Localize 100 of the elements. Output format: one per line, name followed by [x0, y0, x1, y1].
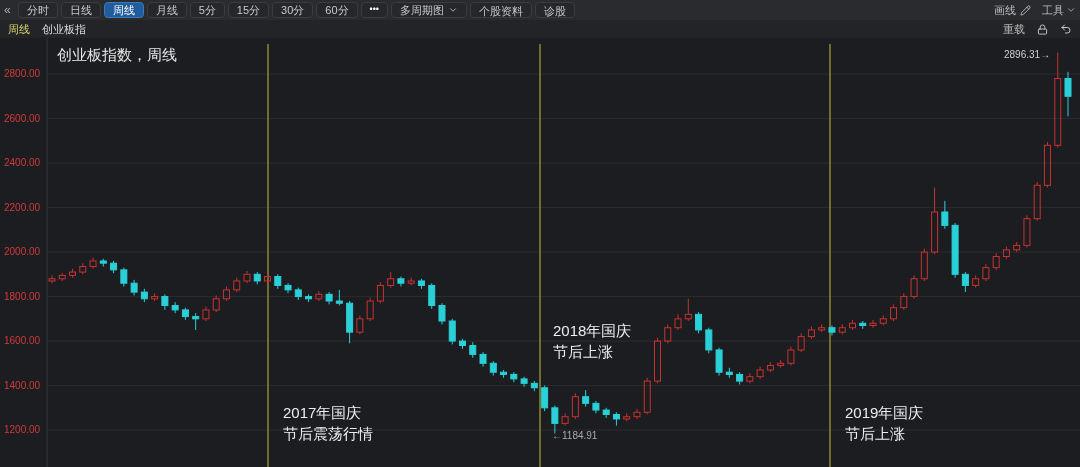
period-tab[interactable]: 日线: [60, 2, 101, 18]
toolbar-button[interactable]: 个股资料: [470, 2, 532, 18]
candlestick: [684, 298, 692, 322]
candlestick: [387, 271, 395, 289]
candlestick: [428, 282, 436, 310]
candlestick: [1043, 141, 1051, 189]
candlestick: [151, 292, 159, 302]
candlestick: [674, 313, 682, 331]
candlestick: [69, 268, 77, 279]
candlestick: [941, 200, 949, 230]
index-name: 创业板指: [42, 21, 86, 37]
candlestick: [592, 400, 600, 414]
tools-menu[interactable]: 工具: [1042, 1, 1076, 19]
candlestick: [972, 274, 980, 289]
candlestick: [787, 346, 795, 367]
candlestick: [612, 411, 620, 427]
candlestick: [325, 291, 333, 305]
period-tab[interactable]: 月线: [146, 2, 187, 18]
period-tab[interactable]: 15分: [227, 2, 270, 18]
candlestick: [110, 260, 118, 274]
candlestick: [571, 392, 579, 420]
low-price-label: ←1184.91: [552, 429, 598, 443]
candlestick: [654, 337, 661, 384]
candlestick: [695, 311, 703, 334]
candlestick: [284, 282, 292, 294]
candlestick: [736, 371, 744, 385]
candlestick: [561, 412, 569, 427]
annotation-text: 2019年国庆 节后上涨: [845, 403, 924, 444]
candlestick: [797, 332, 805, 353]
candlestick: [623, 412, 631, 422]
toolbar-button[interactable]: 诊股: [535, 2, 575, 18]
candlestick: [520, 376, 528, 388]
lock-icon[interactable]: [1037, 23, 1048, 35]
candlestick: [335, 289, 343, 306]
candlestick: [253, 271, 261, 285]
candlestick: [951, 222, 959, 279]
candlestick: [838, 323, 846, 335]
candlestick: [777, 359, 785, 369]
y-axis-label: 1200.00: [4, 425, 41, 436]
candlestick: [140, 288, 148, 303]
candlestick: [274, 273, 282, 290]
y-axis-label: 2000.00: [4, 247, 41, 258]
period-tab[interactable]: 30分: [272, 2, 314, 18]
candlestick: [192, 312, 200, 331]
candlestick: [633, 408, 641, 420]
candlestick: [58, 272, 66, 282]
candlestick: [264, 272, 271, 284]
candlestick: [1064, 71, 1072, 117]
caret-icon: [448, 5, 458, 15]
undo-icon[interactable]: [1060, 23, 1072, 35]
candlestick: [181, 307, 189, 321]
candlestick: [849, 319, 856, 331]
candlestick: [397, 276, 405, 288]
candlestick: [756, 366, 764, 380]
period-tab[interactable]: 分时: [17, 2, 58, 18]
reload-button[interactable]: 重载: [1003, 20, 1025, 38]
y-axis-label: 2400.00: [4, 158, 41, 169]
candlestick: [202, 306, 210, 322]
candlestick: [1013, 241, 1021, 253]
candlestick: [992, 252, 1000, 271]
candlestick: [171, 301, 179, 314]
candlestick: [982, 263, 990, 282]
y-axis-label: 2200.00: [4, 202, 41, 213]
draw-line-button[interactable]: 画线: [994, 1, 1031, 19]
multi-period-dropdown[interactable]: 多周期图: [391, 2, 467, 18]
candlestick: [222, 286, 230, 302]
candlestick: [828, 325, 836, 336]
y-axis-label: 1400.00: [4, 380, 41, 391]
candlestick: [910, 274, 918, 300]
candlestick: [366, 297, 374, 322]
candlestick: [530, 380, 538, 392]
candlestick: [920, 248, 928, 282]
candlestick: [294, 287, 302, 301]
more-button[interactable]: •••: [360, 2, 388, 18]
candlestick: [500, 369, 508, 379]
candlestick: [161, 293, 169, 311]
period-tab[interactable]: 5分: [189, 2, 225, 18]
candlestick: [869, 319, 877, 329]
candlestick: [346, 300, 354, 344]
candlestick: [376, 281, 384, 304]
candlestick: [961, 271, 969, 293]
period-tab[interactable]: 60分: [316, 2, 358, 18]
candlestick: [705, 327, 713, 354]
candlestick: [859, 320, 867, 330]
y-axis-label: 1600.00: [4, 336, 41, 347]
candlestick: [448, 318, 456, 345]
period-tab[interactable]: 周线: [103, 2, 144, 18]
candlestick: [1023, 214, 1031, 249]
high-price-label: 2896.31→: [1004, 48, 1051, 62]
candlestick: [305, 293, 313, 303]
candlestick: [89, 257, 97, 270]
candlestick: [664, 323, 672, 344]
candlestick: [746, 372, 754, 384]
candlestick: [818, 323, 826, 333]
candlestick: [459, 338, 466, 350]
back-button[interactable]: «: [4, 1, 11, 19]
candlestick: [417, 278, 425, 290]
candlestick: [766, 361, 774, 373]
candlestick: [879, 314, 887, 326]
period-label: 周线: [8, 21, 30, 37]
